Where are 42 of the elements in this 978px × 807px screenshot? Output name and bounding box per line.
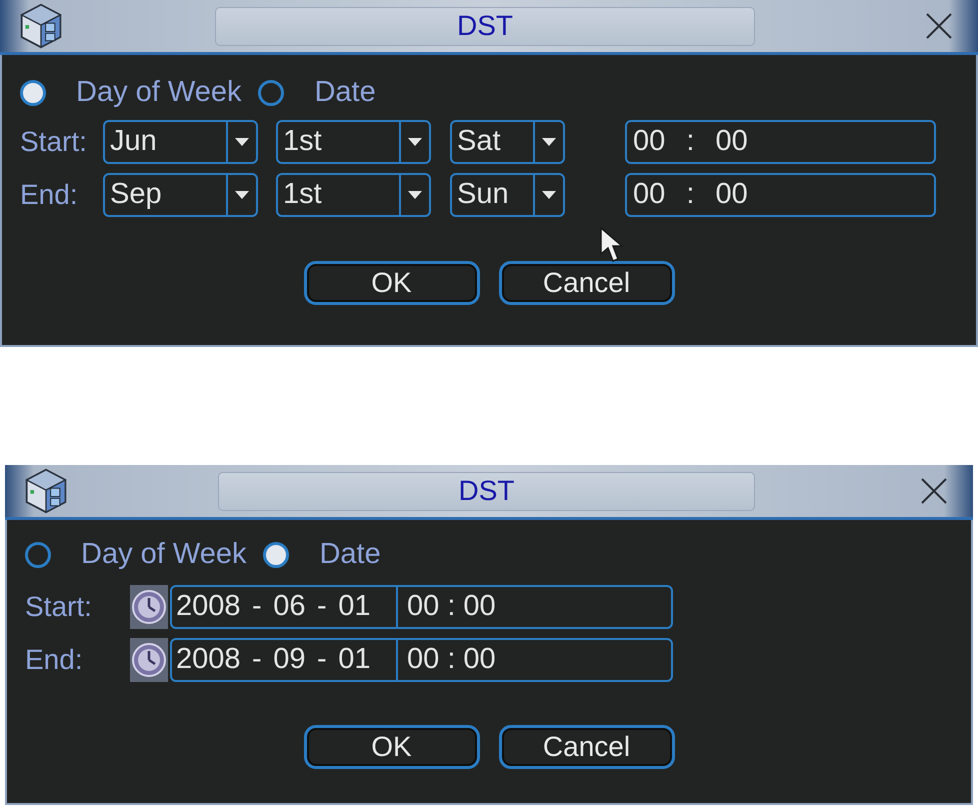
close-icon[interactable]: [921, 478, 947, 504]
caret-down-icon: [235, 138, 249, 146]
dropdown[interactable]: 1st: [276, 120, 431, 164]
window-title: DST: [458, 474, 514, 508]
window-title: DST: [457, 9, 513, 43]
time-field[interactable]: 00 : 00: [625, 120, 936, 164]
clock-icon[interactable]: [130, 638, 168, 682]
dialog-button[interactable]: Cancel: [498, 725, 674, 769]
dropdown[interactable]: 1st: [276, 173, 431, 217]
row-label: End:: [25, 643, 84, 677]
dialog-button[interactable]: OK: [304, 725, 480, 769]
dropdown[interactable]: Sep: [103, 173, 258, 217]
radio-label: Day of Week: [81, 537, 246, 572]
date-field[interactable]: 2008 - 09 - 01: [170, 638, 397, 682]
radio-label: Day of Week: [76, 75, 242, 110]
radio-button[interactable]: [258, 80, 284, 106]
dialog-button[interactable]: Cancel: [498, 261, 674, 305]
caret-down-icon: [542, 191, 556, 199]
cube-icon: [23, 468, 69, 514]
row-label: Start:: [20, 125, 88, 159]
radio-label: Date: [319, 537, 381, 572]
time-field[interactable]: 00 : 00: [625, 173, 936, 217]
cube-icon: [18, 3, 64, 49]
clock-icon[interactable]: [130, 585, 168, 629]
date-field[interactable]: 2008 - 06 - 01: [170, 585, 397, 629]
dropdown[interactable]: Jun: [103, 120, 258, 164]
close-icon[interactable]: [926, 13, 952, 39]
dropdown[interactable]: Sun: [450, 173, 565, 217]
time-field[interactable]: 00 : 00: [397, 585, 673, 629]
row-label: Start:: [25, 590, 93, 624]
caret-down-icon: [408, 191, 422, 199]
radio-button[interactable]: [263, 542, 290, 568]
row-label: End:: [20, 178, 79, 212]
time-field[interactable]: 00 : 00: [397, 638, 673, 682]
caret-down-icon: [542, 138, 556, 146]
caret-down-icon: [235, 191, 249, 199]
radio-button[interactable]: [25, 542, 51, 568]
caret-down-icon: [408, 138, 422, 146]
radio-button[interactable]: [20, 80, 46, 106]
dropdown[interactable]: Sat: [450, 120, 565, 164]
radio-label: Date: [314, 75, 376, 110]
dialog-button[interactable]: OK: [304, 261, 480, 305]
